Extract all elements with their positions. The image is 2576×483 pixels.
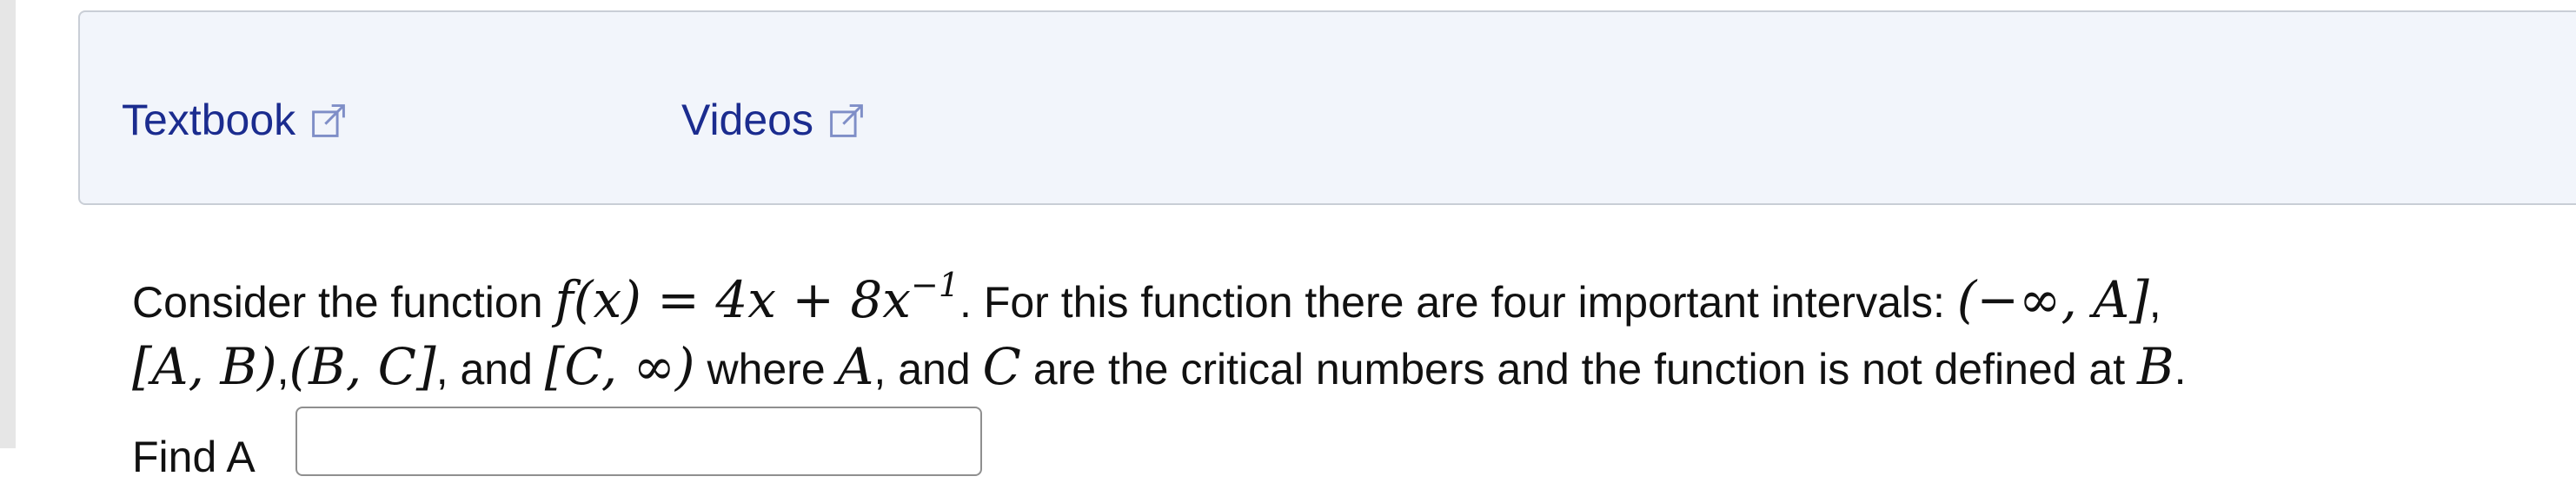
question-and: , and — [435, 345, 545, 394]
interval-2: [A, B) — [132, 337, 277, 396]
question-line-2: [A, B),(B, C], and [C, ∞) where A, and C… — [132, 334, 2557, 401]
answer-a-input[interactable] — [295, 407, 982, 476]
question-period: . — [2174, 345, 2187, 394]
resources-panel: Textbook Videos — [78, 10, 2576, 205]
interval-3: (B, C] — [289, 337, 436, 396]
interval-1: (−∞, A] — [1956, 270, 2149, 329]
variable-c: C — [982, 337, 1021, 396]
interval-separator: , — [276, 345, 289, 394]
external-link-icon — [830, 104, 863, 137]
find-a-label: Find A — [132, 433, 256, 481]
interval-4: [C, ∞) — [544, 337, 695, 396]
videos-link[interactable]: Videos — [681, 94, 866, 146]
external-link-icon — [312, 104, 346, 137]
function-definition: f(x) = 4x + 8x−1 — [554, 268, 959, 329]
question-line-1: Consider the function f(x) = 4x + 8x−1. … — [132, 268, 2557, 334]
textbook-link[interactable]: Textbook — [122, 94, 348, 146]
question-lead: Consider the function — [132, 278, 555, 327]
function-lhs: f(x) — [554, 270, 641, 329]
function-rhs: = 4x + 8x — [641, 270, 912, 329]
question-text: Consider the function f(x) = 4x + 8x−1. … — [132, 268, 2557, 401]
variable-b: B — [2137, 337, 2174, 396]
question-after-function: . For this function there are four impor… — [959, 278, 1957, 327]
function-exponent: −1 — [911, 266, 960, 304]
question-where: where — [694, 345, 838, 394]
answer-row: Find A — [132, 407, 982, 481]
textbook-link-label: Textbook — [122, 96, 296, 144]
interval-1-comma: , — [2148, 278, 2161, 327]
videos-link-label: Videos — [681, 96, 813, 144]
question-mid: , and — [873, 345, 983, 394]
left-rail — [0, 0, 16, 448]
question-tail: are the critical numbers and the functio… — [1020, 345, 2138, 394]
variable-a: A — [837, 337, 874, 396]
